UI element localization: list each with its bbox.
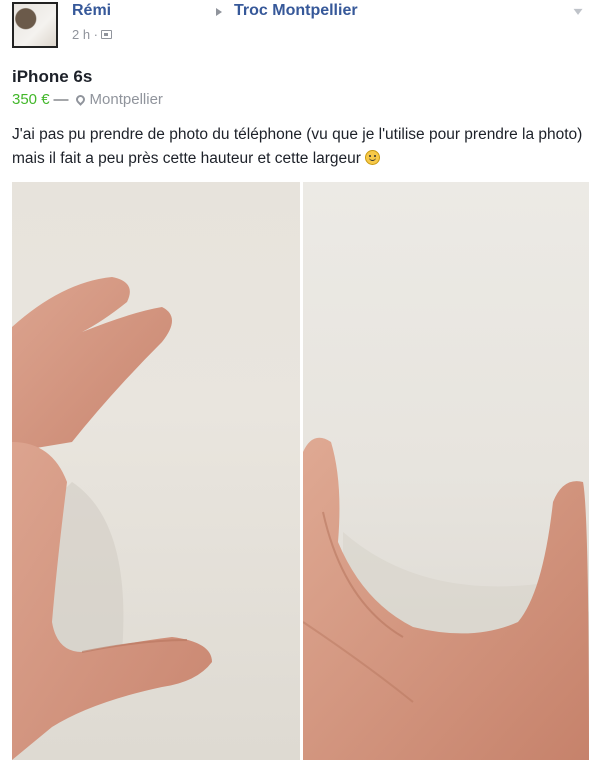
price-location-line: 350 € — Montpellier xyxy=(12,91,163,108)
chevron-down-icon[interactable]: ▾ xyxy=(573,4,582,18)
post-text: J'ai pas pu prendre de photo du téléphon… xyxy=(12,123,592,171)
post-meta: 2 h · xyxy=(72,27,113,42)
item-price: 350 € xyxy=(12,91,50,108)
item-title: iPhone 6s xyxy=(12,67,93,86)
post-photo-right[interactable] xyxy=(303,182,589,760)
hand-illustration-right xyxy=(303,437,589,760)
arrow-right-icon xyxy=(216,8,222,16)
author-avatar[interactable] xyxy=(12,2,58,48)
author-name[interactable]: Rémi xyxy=(72,2,111,20)
post-photo-left[interactable] xyxy=(12,182,300,760)
smiley-icon xyxy=(365,150,381,165)
map-pin-icon xyxy=(73,93,87,106)
group-name-link[interactable]: Troc Montpellier xyxy=(234,2,358,20)
hand-illustration-left xyxy=(12,277,212,760)
group-members-icon xyxy=(101,30,113,39)
item-location: Montpellier xyxy=(89,91,163,108)
separator: — xyxy=(53,91,69,108)
post-timestamp[interactable]: 2 h · xyxy=(72,27,98,42)
post-text-content: J'ai pas pu prendre de photo du téléphon… xyxy=(12,126,583,167)
